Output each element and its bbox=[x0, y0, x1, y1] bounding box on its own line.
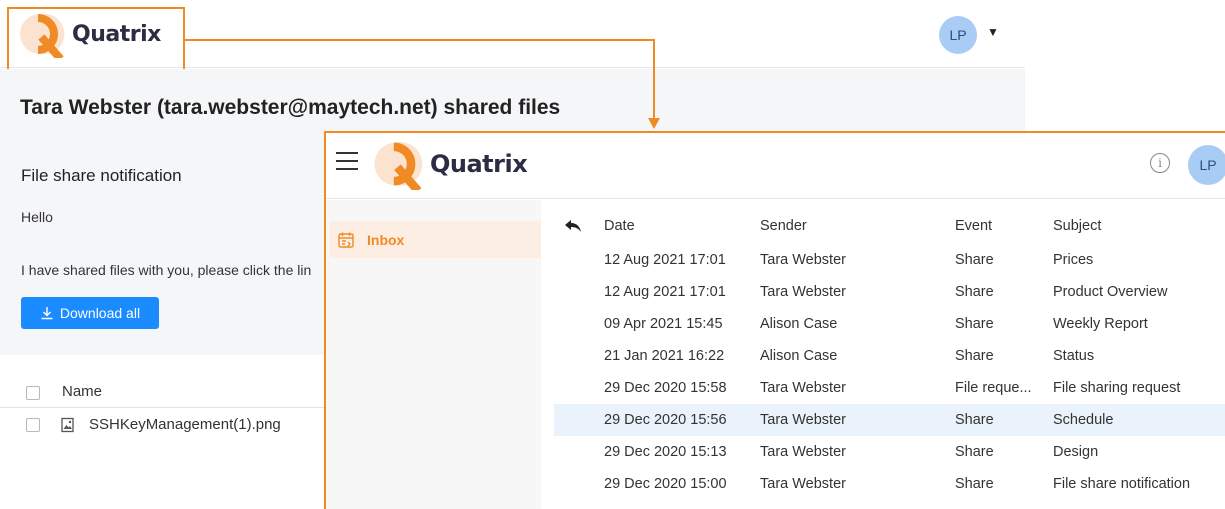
cell-subject: Schedule bbox=[1053, 412, 1114, 428]
cell-date: 21 Jan 2021 16:22 bbox=[604, 348, 725, 364]
table-row[interactable]: 12 Aug 2021 17:01 Tara Webster Share Produc… bbox=[554, 276, 1225, 308]
cell-sender: Alison Case bbox=[760, 316, 838, 332]
cell-event: Share bbox=[955, 252, 994, 268]
table-row[interactable]: 29 Dec 2020 15:00 Tara Webster Share File s… bbox=[554, 468, 1225, 500]
cell-date: 29 Dec 2020 15:58 bbox=[604, 380, 727, 396]
cell-subject: Product Overview bbox=[1053, 284, 1168, 300]
user-avatar[interactable]: LP bbox=[1188, 145, 1225, 185]
hamburger-menu-icon[interactable] bbox=[336, 152, 358, 170]
cell-subject: Status bbox=[1053, 348, 1095, 364]
cell-event: Share bbox=[955, 444, 994, 460]
cell-sender: Tara Webster bbox=[760, 412, 846, 428]
cell-subject: Weekly Report bbox=[1053, 316, 1148, 332]
cell-sender: Tara Webster bbox=[760, 284, 846, 300]
cell-date: 29 Dec 2020 15:13 bbox=[604, 444, 727, 460]
cell-event: Share bbox=[955, 348, 994, 364]
cell-event: Share bbox=[955, 476, 994, 492]
brand-wordmark: Quatrix bbox=[430, 150, 528, 178]
sidebar-item-inbox[interactable]: Inbox bbox=[330, 221, 541, 258]
inbox-table: Date Sender Event Subject 12 Aug 2021 17… bbox=[554, 208, 1225, 500]
inbox-calendar-icon bbox=[338, 232, 354, 248]
column-event-header[interactable]: Event bbox=[955, 218, 1037, 234]
table-header-row: Date Sender Event Subject bbox=[554, 208, 1225, 244]
app-header: Quatrix i LP bbox=[326, 133, 1225, 199]
cell-subject: Design bbox=[1053, 444, 1099, 460]
quatrix-app-window: Quatrix i LP Inbox Date Sender Event Sub… bbox=[324, 131, 1225, 509]
cell-subject: File share notification bbox=[1053, 476, 1191, 492]
info-icon[interactable]: i bbox=[1150, 153, 1170, 173]
table-row[interactable]: 29 Dec 2020 15:13 Tara Webster Share Design bbox=[554, 436, 1225, 468]
column-sender-header[interactable]: Sender bbox=[760, 218, 950, 234]
cell-date: 29 Dec 2020 15:56 bbox=[604, 412, 727, 428]
cell-subject: File sharing request bbox=[1053, 380, 1181, 396]
cell-event: Share bbox=[955, 412, 994, 428]
cell-event: File reque... bbox=[955, 380, 1032, 396]
cell-date: 29 Dec 2020 15:00 bbox=[604, 476, 727, 492]
table-row[interactable]: 12 Aug 2021 17:01 Tara Webster Share Prices bbox=[554, 244, 1225, 276]
cell-sender: Tara Webster bbox=[760, 444, 846, 460]
table-row[interactable]: 29 Dec 2020 15:58 Tara Webster File reque.… bbox=[554, 372, 1225, 404]
cell-event: Share bbox=[955, 284, 994, 300]
sidebar-item-label: Inbox bbox=[367, 231, 405, 248]
cell-sender: Tara Webster bbox=[760, 476, 846, 492]
table-row[interactable]: 29 Dec 2020 15:56 Tara Webster Share Schedu… bbox=[554, 404, 1225, 436]
quatrix-logo-icon bbox=[374, 142, 423, 190]
cell-sender: Tara Webster bbox=[760, 380, 846, 396]
cell-date: 09 Apr 2021 15:45 bbox=[604, 316, 723, 332]
column-subject-header[interactable]: Subject bbox=[1053, 218, 1225, 234]
cell-date: 12 Aug 2021 17:01 bbox=[604, 284, 726, 300]
cell-event: Share bbox=[955, 316, 994, 332]
quatrix-logo[interactable]: Quatrix bbox=[368, 138, 528, 190]
cell-subject: Prices bbox=[1053, 252, 1094, 268]
cell-sender: Tara Webster bbox=[760, 252, 846, 268]
back-arrow-icon[interactable] bbox=[564, 219, 582, 233]
column-date-header[interactable]: Date bbox=[604, 218, 754, 234]
table-row[interactable]: 09 Apr 2021 15:45 Alison Case Share Weekly … bbox=[554, 308, 1225, 340]
cell-date: 12 Aug 2021 17:01 bbox=[604, 252, 726, 268]
table-row[interactable]: 21 Jan 2021 16:22 Alison Case Share Status bbox=[554, 340, 1225, 372]
sidebar: Inbox bbox=[326, 200, 541, 509]
cell-sender: Alison Case bbox=[760, 348, 838, 364]
